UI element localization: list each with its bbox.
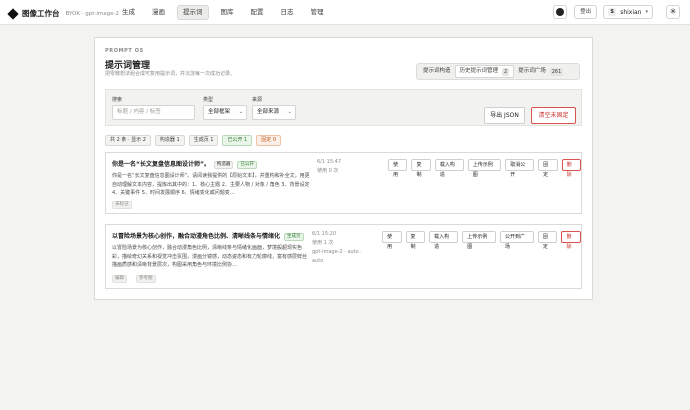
tag-generate-page: 生成页 <box>284 232 304 241</box>
nav-generate[interactable]: 生成 <box>117 5 140 20</box>
stats-chips: 共 2 条 · 显示 2 构造器 1 生成页 1 已公开 1 固定 0 <box>105 135 285 146</box>
prompt-actions: 使用 复制 载入构造 上传示例图 取消公开 固定 删除 <box>388 159 582 178</box>
prompt-model: gpt-image-2 · auto · auto <box>312 249 362 264</box>
chevron-down-icon: ▾ <box>645 9 648 15</box>
prompt-label: 未标记 <box>112 201 132 209</box>
logout-button[interactable]: 登出 <box>574 5 598 19</box>
prompt-card: 你是一名“长文复盘信息图设计师”。 构造器 已公开 你是一名“长文复盘信息图设计师”… <box>105 152 582 214</box>
diamond-logo-icon <box>7 7 19 20</box>
sun-icon: ✳ <box>669 7 677 16</box>
username: shixian <box>620 8 642 16</box>
stat-pinned[interactable]: 固定 0 <box>256 135 282 146</box>
prompt-title: 你是一名“长文复盘信息图设计师”。 构造器 已公开 <box>112 159 257 169</box>
brand[interactable]: 图像工作台 BYOK · gpt-image-2 <box>7 7 119 20</box>
chevron-down-icon: ⌄ <box>238 109 243 115</box>
prompt-body: 你是一名“长文复盘信息图设计师”。请阅读我提供的【原始文本】，并重构和补全文，用… <box>112 173 310 196</box>
tag-public: 已公开 <box>237 160 257 169</box>
prompt-label: 参考图 <box>136 275 156 283</box>
search-input[interactable]: 标题 / 内容 / 标签 <box>112 105 195 120</box>
type-label: 类型 <box>203 97 214 103</box>
unpublish-button[interactable]: 取消公开 <box>505 159 535 178</box>
pin-button[interactable]: 固定 <box>537 231 558 250</box>
clear-unpinned-button[interactable]: 清空未固定 <box>531 107 576 124</box>
user-menu-button[interactable]: S shixian ▾ <box>603 5 653 19</box>
source-label: 来源 <box>252 97 263 103</box>
prompt-time: 6/1 15:47 <box>317 159 342 165</box>
upload-example-button[interactable]: 上传示例图 <box>462 231 497 250</box>
tab-history[interactable]: 历史提示词管理 2 <box>454 65 515 78</box>
type-select[interactable]: 全部框架 ⌄ <box>203 105 247 120</box>
publish-button[interactable]: 公开到广场 <box>500 231 534 250</box>
nav-comic[interactable]: 漫画 <box>147 5 170 20</box>
github-icon <box>556 8 565 16</box>
nav-gallery[interactable]: 图库 <box>216 5 239 20</box>
main-nav: 生成 漫画 提示词 图库 配置 日志 管理 <box>117 5 336 20</box>
nav-logs[interactable]: 日志 <box>276 5 299 20</box>
filter-bar: 搜索 标题 / 内容 / 标签 类型 全部框架 ⌄ 来源 全部来源 ⌄ 导出 JSO… <box>105 89 582 126</box>
prompt-meta: 6/1 15:20 使用 1 次 gpt-image-2 · auto · au… <box>312 230 374 266</box>
stat-builder[interactable]: 构造器 1 <box>154 135 185 146</box>
view-tabs: 提示词构造 历史提示词管理 2 提示词广场 261 <box>416 63 580 80</box>
export-json-button[interactable]: 导出 JSON <box>484 107 525 124</box>
prompt-time: 6/1 15:20 <box>312 231 337 237</box>
nav-config[interactable]: 配置 <box>246 5 269 20</box>
stat-public[interactable]: 已公开 1 <box>222 135 253 146</box>
prompt-usage: 使用 1 次 <box>312 240 334 246</box>
tag-builder: 构造器 <box>213 160 234 169</box>
load-builder-button[interactable]: 载入构造 <box>429 231 459 250</box>
search-label: 搜索 <box>112 97 123 103</box>
page-kicker: PROMPT OS <box>105 48 144 54</box>
use-button[interactable]: 使用 <box>388 159 408 178</box>
upload-example-button[interactable]: 上传示例图 <box>467 159 502 178</box>
prompt-actions: 使用 复制 载入构造 上传示例图 公开到广场 固定 删除 <box>382 231 581 250</box>
prompt-usage: 使用 0 次 <box>317 168 339 174</box>
avatar: S <box>608 8 617 16</box>
prompt-manager-card: PROMPT OS 提示词管理 把零散想法组合成可复用提示词，并沉淀每一次成功记… <box>94 37 593 300</box>
count-badge: 2 <box>502 67 510 76</box>
app-name: 图像工作台 <box>22 9 60 18</box>
tab-builder[interactable]: 提示词构造 <box>419 65 455 78</box>
prompt-meta: 6/1 15:47 使用 0 次 <box>317 158 341 176</box>
stat-total: 共 2 条 · 显示 2 <box>105 135 151 146</box>
delete-button[interactable]: 删除 <box>561 231 581 250</box>
copy-button[interactable]: 复制 <box>411 159 431 178</box>
prompt-title: 以冒险场景为核心创作，融合动漫角色比例、清晰线条与情绪化 生成页 <box>112 231 304 241</box>
github-button[interactable] <box>553 5 568 19</box>
prompt-body: 以冒险场景为核心创作，融合动漫角色比例，清晰线条与情绪化画面，梦境般超现实色彩，… <box>112 245 308 268</box>
tab-plaza[interactable]: 提示词广场 261 <box>514 65 567 78</box>
nav-admin[interactable]: 管理 <box>306 5 329 20</box>
use-button[interactable]: 使用 <box>382 231 402 250</box>
prompt-card: 以冒险场景为核心创作，融合动漫角色比例、清晰线条与情绪化 生成页 以冒险场景为核心… <box>105 224 582 289</box>
load-builder-button[interactable]: 载入构造 <box>434 159 464 178</box>
app-mode: BYOK · gpt-image-2 <box>65 10 119 17</box>
pin-button[interactable]: 固定 <box>538 159 558 178</box>
copy-button[interactable]: 复制 <box>405 231 426 250</box>
chevron-down-icon: ⌄ <box>287 109 292 115</box>
prompt-label: 编辑 <box>112 275 127 283</box>
delete-button[interactable]: 删除 <box>561 159 582 178</box>
top-bar: 图像工作台 BYOK · gpt-image-2 生成 漫画 提示词 图库 配置… <box>0 0 690 25</box>
nav-prompts[interactable]: 提示词 <box>177 5 209 20</box>
stat-generate[interactable]: 生成页 1 <box>188 135 219 146</box>
source-select[interactable]: 全部来源 ⌄ <box>252 105 296 120</box>
count-badge: 261 <box>549 67 564 76</box>
theme-toggle-button[interactable]: ✳ <box>666 5 680 19</box>
page-description: 把零散想法组合成可复用提示词，并沉淀每一次成功记录。 <box>105 71 236 77</box>
